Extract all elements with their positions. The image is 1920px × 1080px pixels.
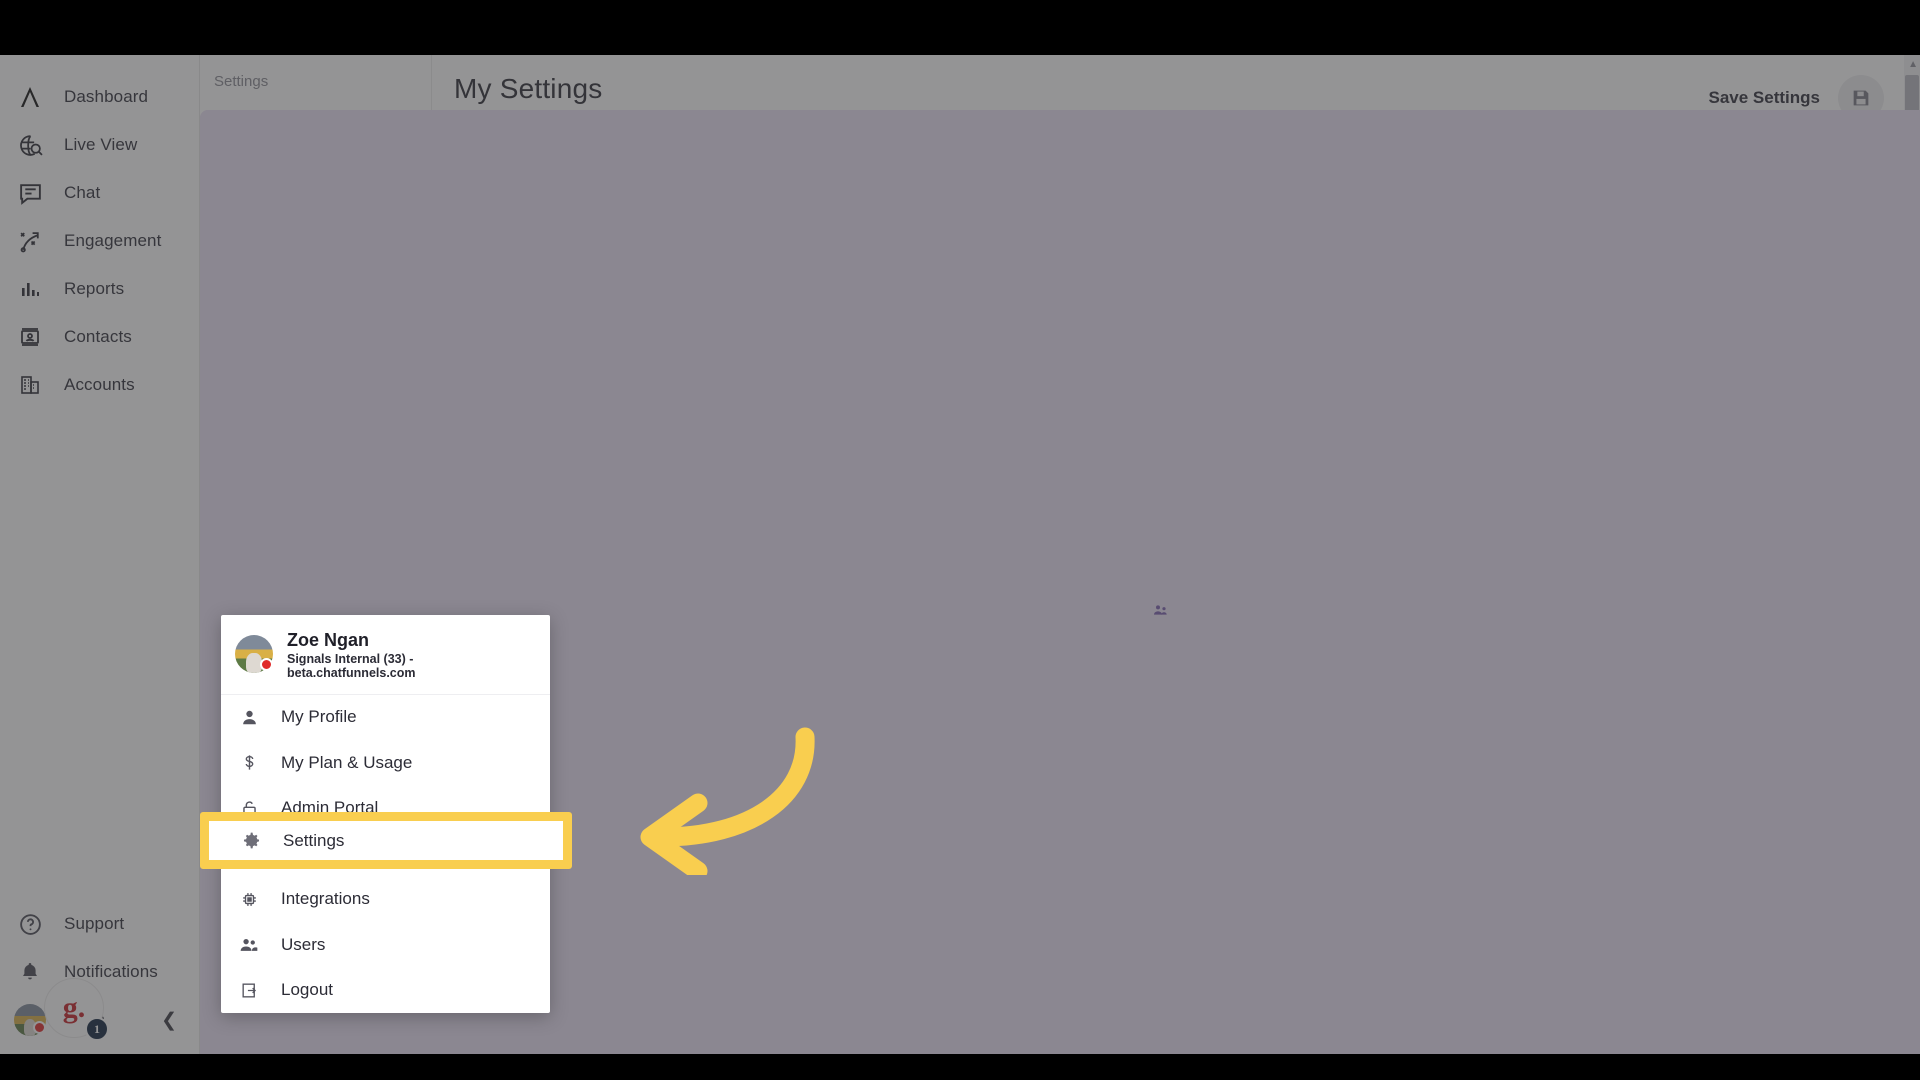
logout-icon <box>237 981 261 1000</box>
menu-item-integrations[interactable]: Integrations <box>221 877 550 923</box>
menu-item-label: Users <box>281 934 326 954</box>
menu-item-label: Settings <box>283 830 345 850</box>
online-status-dot <box>260 658 273 672</box>
menu-item-label: Integrations <box>281 889 370 909</box>
user-menu-header: Zoe Ngan Signals Internal (33) - beta.ch… <box>221 615 550 695</box>
menu-item-settings-highlighted[interactable]: Settings <box>209 821 563 860</box>
curved-left-arrow-icon <box>640 727 815 875</box>
menu-item-my-plan-usage[interactable]: My Plan & Usage <box>221 740 550 786</box>
user-menu-org: Signals Internal (33) - beta.chatfunnels… <box>287 651 416 680</box>
person-icon <box>237 708 261 727</box>
gear-icon <box>239 830 263 851</box>
letterbox-bottom <box>0 1054 1920 1080</box>
menu-item-label: My Plan & Usage <box>281 752 413 772</box>
dollar-icon <box>237 753 261 772</box>
menu-item-label: My Profile <box>281 707 357 727</box>
menu-item-my-profile[interactable]: My Profile <box>221 695 550 741</box>
people-icon <box>237 935 261 955</box>
menu-item-users[interactable]: Users <box>221 922 550 968</box>
user-menu-name: Zoe Ngan <box>287 630 370 650</box>
letterbox-top <box>0 0 1920 55</box>
menu-item-label: Logout <box>281 980 333 1000</box>
app-root: Dashboard Live View Chat <box>0 0 1920 1080</box>
menu-item-logout[interactable]: Logout <box>221 968 550 1014</box>
avatar <box>235 635 273 674</box>
chip-icon <box>237 890 261 909</box>
